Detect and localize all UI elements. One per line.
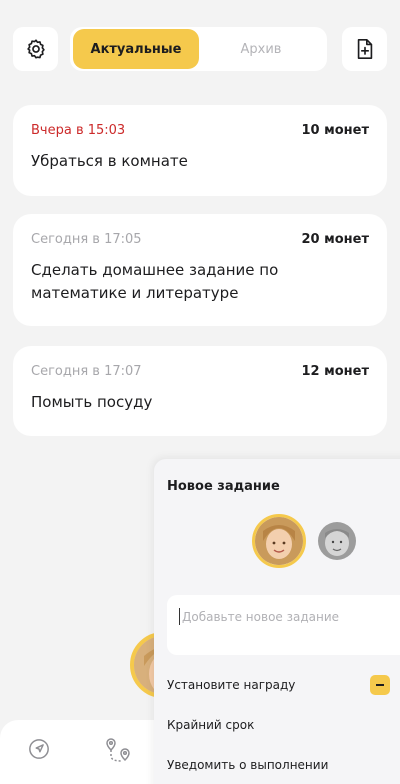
add-task-file-button[interactable] — [342, 27, 387, 71]
tab-switcher: Актуальные Архив — [70, 27, 327, 71]
new-task-input[interactable]: Добавьте новое задание — [167, 595, 400, 655]
new-task-placeholder: Добавьте новое задание — [182, 610, 340, 624]
new-task-panel: Новое задание Добавьте новое задание Уст… — [154, 459, 400, 784]
file-plus-icon — [357, 39, 372, 59]
deadline-option[interactable]: Крайний срок — [167, 718, 254, 732]
task-reward: 20 монет — [301, 232, 369, 247]
location-arrow-icon[interactable] — [28, 738, 50, 760]
task-card[interactable]: Сегодня в 17:05 20 монет Сделать домашне… — [13, 214, 387, 326]
task-card[interactable]: Сегодня в 17:07 12 монет Помыть посуду — [13, 346, 387, 436]
task-date: Сегодня в 17:05 — [31, 232, 142, 247]
task-title: Убраться в комнате — [31, 152, 188, 170]
notify-option[interactable]: Уведомить о выполнении — [167, 758, 328, 772]
gear-icon — [26, 39, 45, 59]
task-date: Сегодня в 17:07 — [31, 364, 142, 379]
app-screen: Актуальные Архив Вчера в 15:03 10 монет … — [0, 0, 400, 784]
text-caret — [179, 608, 180, 625]
panel-title: Новое задание — [167, 479, 280, 494]
task-title: Сделать домашнее задание по математике и… — [31, 261, 279, 302]
settings-button[interactable] — [13, 27, 58, 71]
tab-archive[interactable]: Архив — [198, 29, 324, 69]
set-reward-option[interactable]: Установите награду — [167, 678, 295, 692]
task-title: Помыть посуду — [31, 393, 153, 411]
child-avatar-selected[interactable] — [252, 514, 306, 568]
reward-minus-button[interactable] — [370, 675, 390, 695]
task-date: Вчера в 15:03 — [31, 123, 126, 138]
task-card[interactable]: Вчера в 15:03 10 монет Убраться в комнат… — [13, 105, 387, 196]
task-reward: 10 монет — [301, 123, 369, 138]
minus-icon — [376, 684, 384, 686]
task-reward: 12 монет — [301, 364, 369, 379]
child-avatar[interactable] — [318, 522, 356, 560]
tab-active[interactable]: Актуальные — [73, 29, 199, 69]
route-pins-icon[interactable] — [104, 736, 134, 766]
